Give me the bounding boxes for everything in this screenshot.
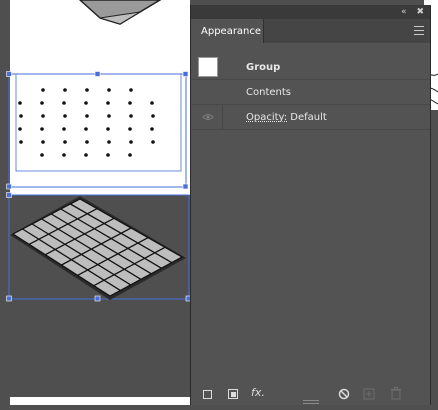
dot-mark <box>40 153 44 157</box>
panel-title-bar[interactable]: « ✖ <box>191 5 430 19</box>
tile-object-top[interactable] <box>78 0 162 25</box>
dot-mark <box>19 114 23 118</box>
clear-appearance-icon[interactable] <box>338 388 350 400</box>
dot-mark <box>85 114 89 118</box>
dot-mark <box>62 127 66 131</box>
opacity-field[interactable]: Opacity: Default <box>246 112 327 123</box>
dots-group[interactable] <box>6 71 189 190</box>
duplicate-item-icon[interactable] <box>363 388 375 400</box>
appearance-panel: « ✖ Appearance Group Contents Opacity: D… <box>190 5 431 405</box>
dot-mark <box>63 88 67 92</box>
dot-mark <box>62 101 66 105</box>
tab-appearance[interactable]: Appearance <box>191 19 264 43</box>
hamburger-menu-icon[interactable] <box>414 26 424 35</box>
group-thumbnail <box>198 57 218 77</box>
quilted-cushion-object[interactable] <box>6 192 192 302</box>
stroke-square-icon[interactable] <box>203 390 212 399</box>
panel-resize-grip[interactable] <box>303 400 319 404</box>
group-label: Group <box>246 61 281 73</box>
dot-mark <box>129 88 133 92</box>
dot-mark <box>18 101 22 105</box>
dot-mark <box>107 140 111 144</box>
dot-mark <box>151 114 155 118</box>
dot-mark <box>151 140 155 144</box>
dot-mark <box>19 140 23 144</box>
row-group[interactable]: Group <box>191 55 430 80</box>
dot-mark <box>41 114 45 118</box>
fill-square-icon[interactable] <box>228 389 238 399</box>
double-chevron-left-icon[interactable]: « <box>401 7 407 17</box>
dot-mark <box>41 88 45 92</box>
close-icon[interactable]: ✖ <box>416 7 424 17</box>
dot-mark <box>150 101 154 105</box>
row-opacity[interactable]: Opacity: Default <box>191 105 430 130</box>
dot-mark <box>63 114 67 118</box>
dot-mark <box>63 140 67 144</box>
dot-mark <box>128 101 132 105</box>
dot-mark <box>85 88 89 92</box>
dot-mark <box>107 114 111 118</box>
dot-mark <box>40 101 44 105</box>
dot-mark <box>85 140 89 144</box>
dot-mark <box>128 127 132 131</box>
eye-icon[interactable] <box>202 112 214 122</box>
dot-mark <box>84 127 88 131</box>
row-divider <box>222 105 223 129</box>
opacity-label[interactable]: Opacity: <box>246 112 287 123</box>
row-contents[interactable]: Contents <box>191 80 430 105</box>
dot-mark <box>150 127 154 131</box>
panel-tab-bar: Appearance <box>191 19 430 43</box>
appearance-rows: Group Contents Opacity: Default <box>191 55 430 130</box>
panel-bottom-toolbar: fx. <box>191 383 430 405</box>
dot-mark <box>106 101 110 105</box>
trash-icon[interactable] <box>390 387 402 400</box>
dot-mark <box>128 153 132 157</box>
dot-mark <box>106 153 110 157</box>
tab-appearance-label: Appearance <box>201 25 262 37</box>
dot-mark <box>18 127 22 131</box>
dot-mark <box>41 140 45 144</box>
fx-icon[interactable]: fx. <box>251 387 265 399</box>
opacity-value: Default <box>290 111 327 123</box>
dot-mark <box>106 127 110 131</box>
dot-mark <box>84 153 88 157</box>
dot-mark <box>40 127 44 131</box>
dot-mark <box>84 101 88 105</box>
dot-mark <box>62 153 66 157</box>
contents-label: Contents <box>246 86 291 98</box>
dot-mark <box>129 114 133 118</box>
dot-mark <box>129 140 133 144</box>
dot-mark <box>107 88 111 92</box>
